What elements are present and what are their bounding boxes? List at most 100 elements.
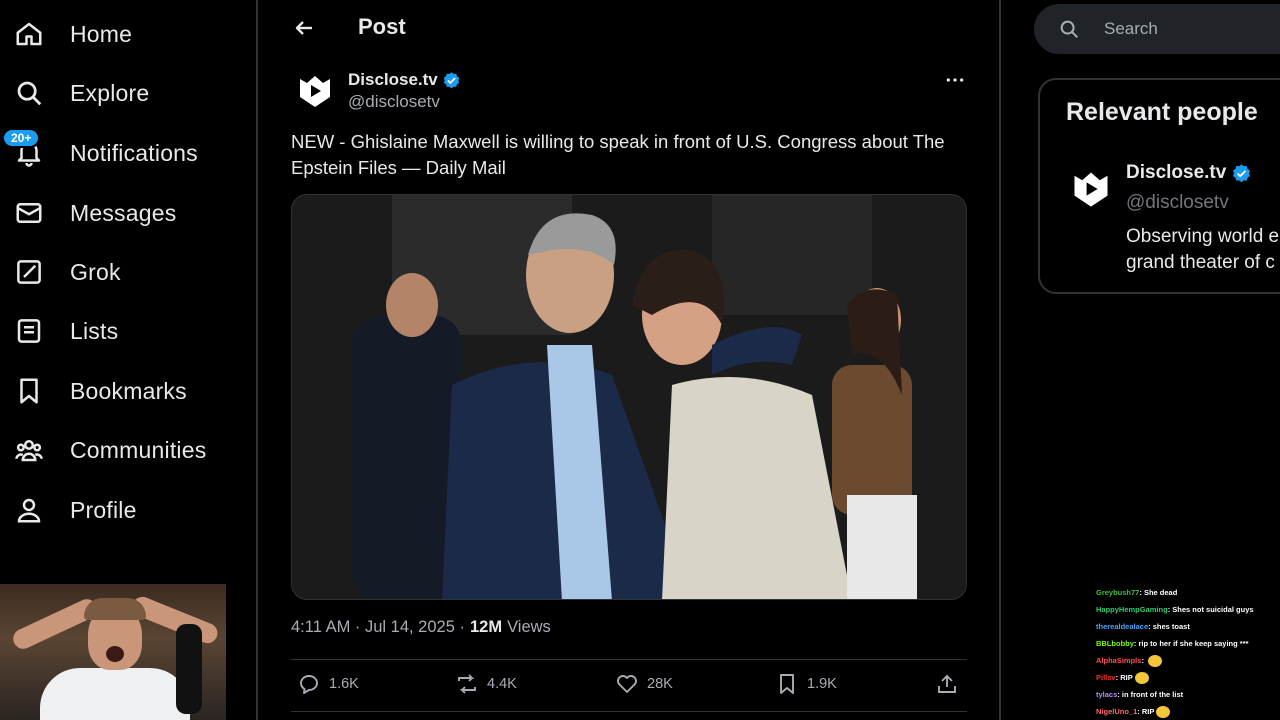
post-header: Post xyxy=(258,0,1000,56)
chat-message: tylacs: in front of the list xyxy=(1096,686,1280,703)
repost-button[interactable]: 4.4K xyxy=(455,672,517,696)
chat-text: She dead xyxy=(1143,588,1178,597)
chat-text: shes toast xyxy=(1152,622,1190,631)
bookmark-button[interactable]: 1.9K xyxy=(775,672,837,696)
share-icon xyxy=(938,674,956,693)
emote-icon xyxy=(1156,706,1171,719)
divider-bottom-actions xyxy=(291,711,967,712)
bookmark-count: 1.9K xyxy=(807,676,837,692)
chat-text: RIP xyxy=(1141,707,1155,716)
emote-icon xyxy=(1134,672,1149,685)
envelope-icon xyxy=(12,196,46,230)
relevant-name[interactable]: Disclose.tv xyxy=(1126,162,1252,184)
tweet-actions: 1.6K 4.4K 28K 1.9K xyxy=(291,668,967,704)
webcam-shirt xyxy=(40,668,190,720)
author-avatar[interactable] xyxy=(294,70,336,112)
bookmark-icon xyxy=(12,374,46,408)
chat-message: Pillsv: RIP xyxy=(1096,669,1280,686)
search-placeholder: Search xyxy=(1104,19,1158,38)
tweet-text: NEW - Ghislaine Maxwell is willing to sp… xyxy=(291,131,945,178)
nav-profile[interactable]: Profile xyxy=(12,488,137,532)
nav-explore[interactable]: Explore xyxy=(12,71,149,115)
nav-lists-label: Lists xyxy=(70,317,119,344)
nav-bookmarks[interactable]: Bookmarks xyxy=(12,369,187,413)
disclose-logo-icon xyxy=(1074,172,1108,207)
page-title: Post xyxy=(358,14,406,39)
more-options-icon[interactable] xyxy=(942,70,968,90)
reply-count: 1.6K xyxy=(329,676,359,692)
chat-text: in front of the list xyxy=(1121,690,1184,699)
nav-lists[interactable]: Lists xyxy=(12,309,118,353)
verified-badge-icon xyxy=(443,71,459,88)
chat-username: HappyHempGaming xyxy=(1096,605,1168,614)
emote-icon xyxy=(1148,655,1163,668)
back-arrow-icon[interactable] xyxy=(290,14,318,42)
chat-message: Greybush77: She dead xyxy=(1096,584,1280,601)
nav-explore-label: Explore xyxy=(70,79,150,106)
webcam-cap xyxy=(84,598,146,620)
tweet-meta: 4:11 AM · Jul 14, 2025 · 12M Views xyxy=(291,618,551,637)
relevant-handle[interactable]: @disclosetv xyxy=(1126,192,1229,214)
nav-communities[interactable]: Communities xyxy=(12,428,206,472)
author-handle[interactable]: @disclosetv xyxy=(348,92,440,112)
nav-bookmarks-label: Bookmarks xyxy=(70,377,187,404)
notification-badge: 20+ xyxy=(2,128,41,148)
search-bar-icon xyxy=(1060,20,1078,38)
author-name[interactable]: Disclose.tv xyxy=(348,70,461,90)
repost-count: 4.4K xyxy=(487,676,517,692)
photo-scene xyxy=(292,195,966,599)
chat-text: RIP xyxy=(1120,673,1133,682)
like-count: 28K xyxy=(647,676,673,692)
microphone xyxy=(176,624,202,714)
chat-text: Shes not suicidal guys xyxy=(1172,605,1254,614)
relevant-bio-line2: grand theater of c xyxy=(1126,252,1275,273)
communities-icon xyxy=(12,433,46,467)
tweet-timestamp[interactable]: 4:11 AM · Jul 14, 2025 · xyxy=(291,618,465,637)
nav-notifications[interactable]: 20+ Notifications xyxy=(2,128,198,175)
nav-home[interactable]: Home xyxy=(12,12,132,56)
search-bar[interactable]: Search xyxy=(1034,4,1280,54)
share-button[interactable] xyxy=(935,672,959,696)
chat-username: AlphaSimpls xyxy=(1096,656,1142,665)
chat-username: therealdealace xyxy=(1096,622,1149,631)
chat-message: HappyHempGaming: Shes not suicidal guys xyxy=(1096,601,1280,618)
tweet-photo[interactable] xyxy=(291,194,967,600)
divider-top-actions xyxy=(291,659,967,660)
chat-message: NigelUno_1: RIP xyxy=(1096,703,1280,720)
verified-badge-icon xyxy=(1233,163,1251,182)
post-column: Post Disclose.tv @disclosetv NEW - Ghisl… xyxy=(258,0,1000,720)
relevant-people-panel: Relevant people Disclose.tv @disclosetv … xyxy=(1038,78,1280,294)
relevant-bio: Observing world e grand theater of c xyxy=(1126,224,1280,276)
chat-message: BBLbobby: rip to her if she keep saying … xyxy=(1096,635,1280,652)
views-label: Views xyxy=(507,618,551,636)
relevant-avatar[interactable] xyxy=(1068,166,1114,212)
chat-username: Greybush77 xyxy=(1096,588,1140,597)
chat-message: AlphaSimpls: xyxy=(1096,652,1280,669)
nav-messages[interactable]: Messages xyxy=(12,191,176,235)
nav-messages-label: Messages xyxy=(70,199,177,226)
nav-grok[interactable]: Grok xyxy=(12,250,121,294)
home-icon xyxy=(12,17,46,51)
repost-icon xyxy=(458,674,476,694)
nav-communities-label: Communities xyxy=(70,436,207,463)
chat-separator: : xyxy=(1141,656,1147,665)
chat-username: Pillsv xyxy=(1096,673,1116,682)
chat-text: rip to her if she keep saying *** xyxy=(1138,639,1249,648)
like-button[interactable]: 28K xyxy=(615,672,673,696)
author-name-text: Disclose.tv xyxy=(348,70,438,89)
relevant-people-title: Relevant people xyxy=(1066,98,1258,126)
relevant-bio-line1: Observing world e xyxy=(1126,226,1280,247)
chat-username: tylacs xyxy=(1096,690,1118,699)
nav-notifications-label: Notifications xyxy=(70,139,198,166)
chat-username: BBLbobby xyxy=(1096,639,1134,648)
chat-username: NigelUno_1 xyxy=(1096,707,1138,716)
webcam-arm-right xyxy=(129,593,221,647)
webcam-arm-left xyxy=(9,595,101,653)
grok-icon xyxy=(12,255,46,289)
views-count: 12M xyxy=(469,618,503,636)
list-icon xyxy=(12,314,46,348)
bell-icon: 20+ xyxy=(2,128,46,170)
person-icon xyxy=(12,493,46,527)
reply-icon xyxy=(300,675,318,694)
reply-button[interactable]: 1.6K xyxy=(297,672,359,696)
